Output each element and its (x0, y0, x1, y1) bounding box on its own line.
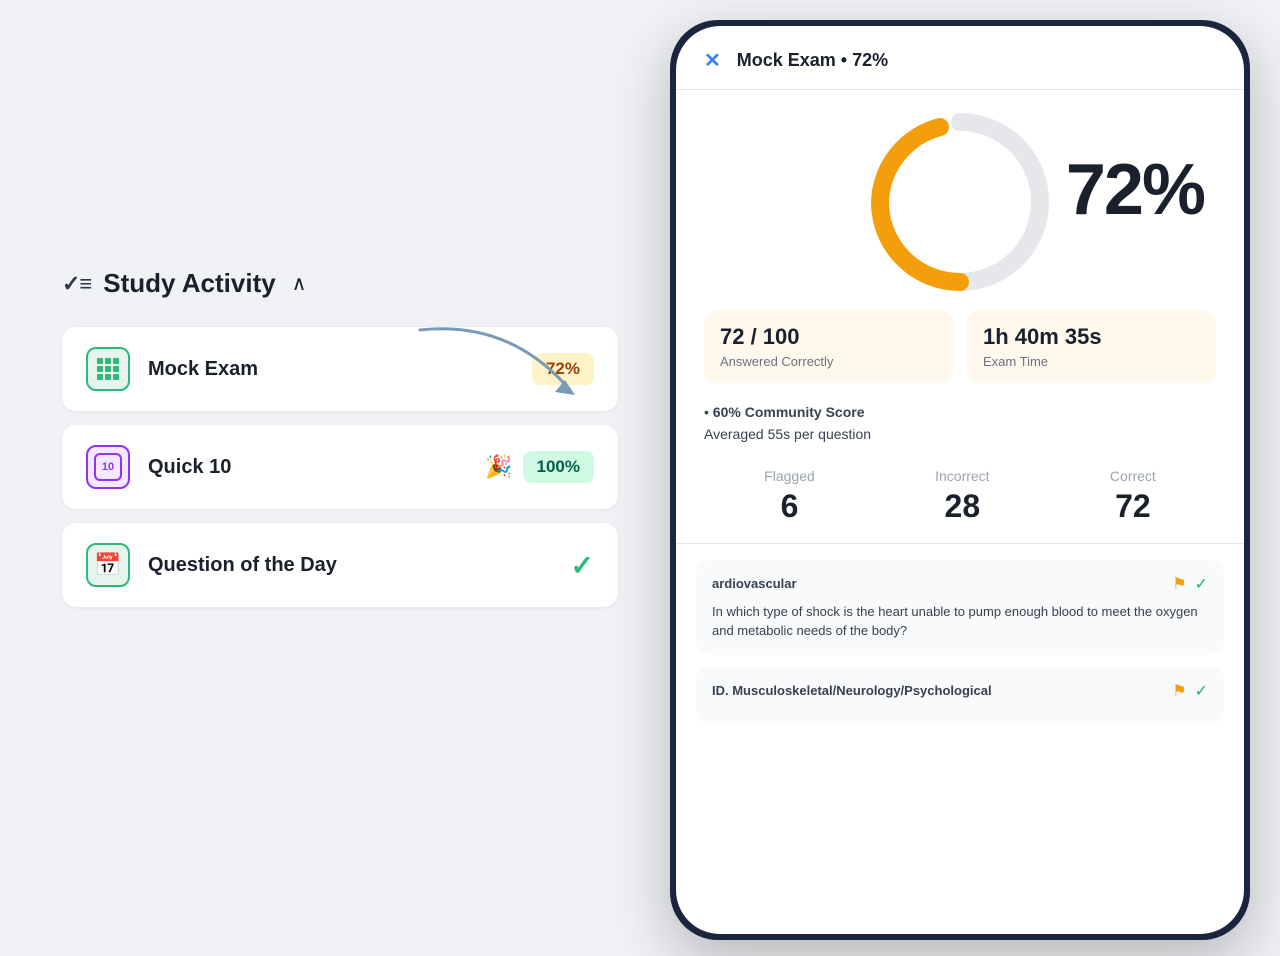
stat-time-label: Exam Time (983, 354, 1200, 369)
stat-answered-value: 72 / 100 (720, 324, 937, 350)
checkmark-icon: ✓ (571, 549, 594, 582)
party-emoji: 🎉 (485, 454, 512, 480)
mock-exam-card[interactable]: Mock Exam 72% (62, 327, 618, 411)
q2-header: ID. Musculoskeletal/Neurology/Psychologi… (712, 681, 1208, 701)
phone-title: Mock Exam • 72% (737, 50, 888, 71)
check-icon-1: ✓ (1195, 574, 1208, 594)
close-button[interactable]: ✕ (704, 48, 721, 73)
study-activity-panel: ✓≡ Study Activity ∧ Mock Exam 72% 10 Qui… (30, 240, 650, 661)
avg-time-text: Averaged 55s per question (704, 423, 1216, 445)
correct-value: 72 (1110, 488, 1156, 525)
phone-frame: ✕ Mock Exam • 72% 72% 72 / 100 Answered … (670, 20, 1250, 940)
bullet-icon: • (704, 404, 709, 420)
mock-exam-badge: 72% (532, 353, 594, 385)
question-of-day-card[interactable]: 📅 Question of the Day ✓ (62, 523, 618, 607)
question-card-1[interactable]: ardiovascular ⚑ ✓ In which type of shock… (696, 560, 1224, 655)
study-icon: ✓≡ (62, 271, 91, 297)
quick-10-badge: 100% (523, 451, 594, 483)
question-of-day-label: Question of the Day (148, 554, 571, 577)
question-list: ardiovascular ⚑ ✓ In which type of shock… (676, 544, 1244, 934)
check-lines-icon: ✓≡ (62, 271, 91, 297)
q1-text: In which type of shock is the heart unab… (712, 602, 1208, 641)
incorrect-label: Incorrect (935, 468, 989, 484)
study-activity-title: Study Activity (103, 268, 275, 299)
chevron-up-icon[interactable]: ∧ (292, 271, 307, 296)
stat-time-value: 1h 40m 35s (983, 324, 1200, 350)
flag-icon-2[interactable]: ⚑ (1172, 681, 1186, 701)
correct-item: Correct 72 (1110, 468, 1156, 525)
correct-label: Correct (1110, 468, 1156, 484)
flagged-value: 6 (764, 488, 815, 525)
phone-header: ✕ Mock Exam • 72% (676, 26, 1244, 90)
quick-10-icon-box: 10 (86, 445, 130, 489)
stat-answered-label: Answered Correctly (720, 354, 937, 369)
question-of-day-icon-box: 📅 (86, 543, 130, 587)
flag-icon-1[interactable]: ⚑ (1172, 574, 1186, 594)
q1-header: ardiovascular ⚑ ✓ (712, 574, 1208, 594)
quick-10-card[interactable]: 10 Quick 10 🎉 100% (62, 425, 618, 509)
calendar-icon: 📅 (94, 552, 121, 578)
fic-row: Flagged 6 Incorrect 28 Correct 72 (676, 456, 1244, 544)
question-card-2[interactable]: ID. Musculoskeletal/Neurology/Psychologi… (696, 667, 1224, 723)
incorrect-value: 28 (935, 488, 989, 525)
score-percent-value: 72% (1066, 149, 1204, 231)
study-header: ✓≡ Study Activity ∧ (62, 268, 618, 299)
community-score-value: 60% Community Score (713, 404, 865, 420)
check-icon-2: ✓ (1195, 681, 1208, 701)
flagged-label: Flagged (764, 468, 815, 484)
grid-icon (97, 358, 119, 380)
mock-exam-icon-box (86, 347, 130, 391)
stats-row: 72 / 100 Answered Correctly 1h 40m 35s E… (676, 310, 1244, 383)
q1-category: ardiovascular (712, 576, 797, 591)
ten-icon: 10 (94, 453, 122, 481)
q2-icons: ⚑ ✓ (1172, 681, 1208, 701)
community-score-text: • 60% Community Score (704, 401, 1216, 423)
mock-exam-label: Mock Exam (148, 358, 532, 381)
quick-10-label: Quick 10 (148, 456, 485, 479)
score-section: 72% (676, 90, 1244, 290)
phone-inner: ✕ Mock Exam • 72% 72% 72 / 100 Answered … (676, 26, 1244, 934)
stat-time: 1h 40m 35s Exam Time (967, 310, 1216, 383)
stat-answered: 72 / 100 Answered Correctly (704, 310, 953, 383)
community-section: • 60% Community Score Averaged 55s per q… (676, 383, 1244, 456)
flagged-item: Flagged 6 (764, 468, 815, 525)
q1-icons: ⚑ ✓ (1172, 574, 1208, 594)
q2-category: ID. Musculoskeletal/Neurology/Psychologi… (712, 683, 992, 698)
incorrect-item: Incorrect 28 (935, 468, 989, 525)
donut-chart (870, 112, 1050, 292)
